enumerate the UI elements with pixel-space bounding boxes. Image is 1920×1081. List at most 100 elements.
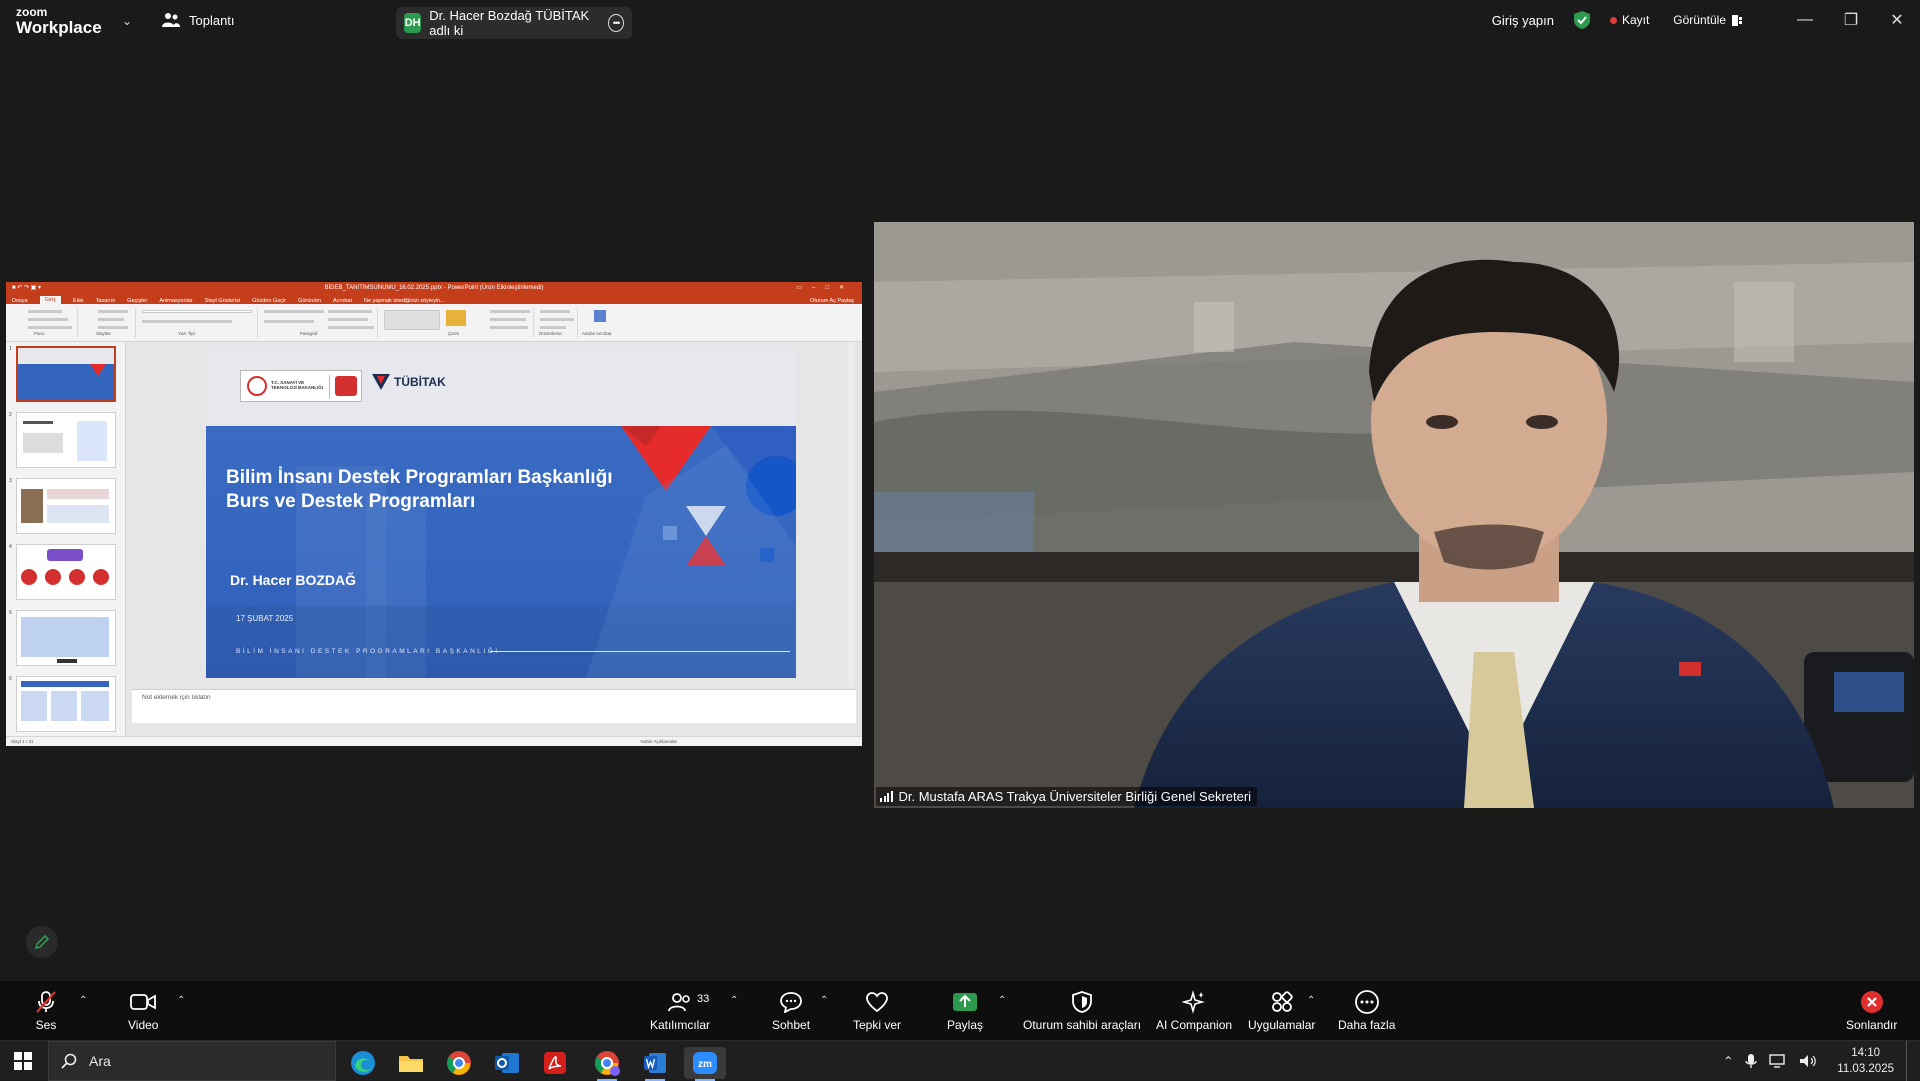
video-feed — [874, 222, 1914, 808]
ppt-workspace: 1 2 3 4 5 6 T.C. SANAYİ VE TEKNOLOJİ BAK… — [6, 342, 862, 736]
apps-button[interactable]: Uygulamalar — [1248, 989, 1315, 1032]
participant-video-tile[interactable]: Dr. Mustafa ARAS Trakya Üniversiteler Bi… — [874, 222, 1914, 808]
ppt-window-controls[interactable]: ▭–□✕ — [796, 284, 854, 291]
brand-line-2: Workplace — [16, 18, 102, 37]
ppt-ribbon: Pano Slaytlar Yazı Tipi Paragraf Çizim D… — [6, 304, 862, 342]
taskbar-search[interactable]: Ara — [48, 1041, 336, 1081]
video-options-caret-icon[interactable]: ⌃ — [177, 995, 185, 1006]
annotate-button[interactable] — [26, 926, 58, 958]
chat-icon — [780, 992, 802, 1013]
view-menu-button[interactable]: Görüntüle — [1673, 13, 1742, 27]
chrome-profile-icon[interactable] — [586, 1047, 628, 1081]
people-icon — [162, 13, 180, 27]
restore-icon[interactable]: ❐ — [1828, 0, 1874, 40]
quick-access-toolbar[interactable]: ■ ↶ ↷ ▣ ▾ — [12, 284, 41, 291]
show-desktop-button[interactable] — [1906, 1041, 1910, 1081]
search-icon — [61, 1053, 77, 1069]
chat-options-caret-icon[interactable]: ⌃ — [820, 995, 828, 1006]
share-options-caret-icon[interactable]: ⌃ — [998, 995, 1006, 1006]
zoom-icon[interactable]: zm — [684, 1047, 726, 1081]
active-speaker-pill[interactable]: DH Dr. Hacer Bozdağ TÜBİTAK adlı ki ••• — [396, 7, 632, 39]
slide-thumbnail[interactable] — [16, 478, 116, 534]
speaker-avatar: DH — [404, 13, 422, 33]
ribbon-label-font: Yazı Tipi — [178, 331, 195, 336]
slide-scrollbar[interactable] — [848, 342, 854, 687]
ribbon-group-editing[interactable]: Düzenleme — [536, 308, 578, 338]
sign-in-link[interactable]: Giriş yapın — [1492, 13, 1554, 28]
tray-overflow-icon[interactable]: ⌃ — [1723, 1054, 1733, 1068]
ppt-title-bar: ■ ↶ ↷ ▣ ▾ BİDEB_TANITIMSUNUMU_16.02.2025… — [6, 282, 862, 294]
slide-thumbnail[interactable] — [16, 544, 116, 600]
more-options-icon[interactable]: ••• — [608, 14, 624, 32]
participants-icon — [668, 993, 690, 1012]
slide-thumbnail[interactable] — [16, 412, 116, 468]
grid-view-icon — [1732, 14, 1742, 26]
muted-mic-icon — [36, 991, 56, 1013]
view-label: Görüntüle — [1673, 13, 1726, 27]
presentation-date: 17 ŞUBAT 2025 — [236, 614, 294, 623]
ribbon-group-drawing[interactable]: Çizim — [380, 308, 534, 338]
end-meeting-button[interactable]: Sonlandır — [1846, 989, 1897, 1032]
more-button[interactable]: Daha fazla — [1338, 989, 1395, 1032]
pencil-icon — [34, 934, 50, 950]
recording-indicator[interactable]: Kayıt — [1609, 13, 1650, 27]
audio-button[interactable]: Ses — [34, 989, 58, 1032]
ai-companion-button[interactable]: AI Companion — [1156, 989, 1232, 1032]
ai-sparkle-icon — [1182, 990, 1205, 1014]
minimize-icon[interactable]: — — [1782, 0, 1828, 40]
slide-thumbnail[interactable] — [16, 610, 116, 666]
ribbon-group-clipboard[interactable]: Pano — [8, 308, 78, 338]
current-slide[interactable]: T.C. SANAYİ VE TEKNOLOJİ BAKANLIĞI TÜBİT… — [206, 346, 796, 678]
participants-options-caret-icon[interactable]: ⌃ — [730, 995, 738, 1006]
chat-button[interactable]: Sohbet — [772, 989, 810, 1032]
outlook-icon[interactable] — [486, 1047, 528, 1079]
meeting-menu-button[interactable]: Toplantı — [162, 12, 235, 28]
host-tools-button[interactable]: Oturum sahibi araçları — [1023, 989, 1141, 1032]
ribbon-label-drawing: Çizim — [448, 331, 460, 336]
participants-label: Katılımcılar — [650, 1018, 711, 1032]
slide-editor[interactable]: T.C. SANAYİ VE TEKNOLOJİ BAKANLIĞI TÜBİT… — [132, 342, 856, 687]
audio-options-caret-icon[interactable]: ⌃ — [79, 995, 87, 1006]
participant-name: Dr. Mustafa ARAS Trakya Üniversiteler Bi… — [898, 789, 1252, 804]
ppt-tab-home[interactable]: Giriş — [39, 296, 61, 304]
microphone-icon[interactable] — [1745, 1053, 1757, 1069]
host-tools-label: Oturum sahibi araçları — [1023, 1018, 1142, 1032]
ribbon-group-slides[interactable]: Slaytlar — [80, 308, 136, 338]
clock-date: 11.03.2025 — [1837, 1063, 1894, 1075]
thumb-number: 1 — [9, 346, 12, 352]
heart-icon — [866, 992, 888, 1013]
chrome-icon[interactable] — [438, 1047, 480, 1079]
record-dot-icon — [1609, 16, 1617, 24]
close-icon[interactable]: ✕ — [1874, 0, 1920, 40]
encryption-shield-icon[interactable] — [1573, 11, 1590, 29]
notes-pane[interactable]: Not eklemek için tıklatın — [132, 689, 856, 723]
slide-thumbnail[interactable] — [16, 346, 116, 402]
slide-counter: Slayt 1 / 31 — [11, 739, 34, 744]
record-label: Kayıt — [1621, 13, 1650, 27]
video-button[interactable]: Video — [128, 989, 158, 1032]
edge-icon[interactable] — [342, 1047, 384, 1079]
windows-start-icon[interactable] — [14, 1052, 32, 1070]
apps-icon — [1271, 991, 1293, 1012]
word-icon[interactable] — [634, 1047, 676, 1081]
ribbon-label-paragraph: Paragraf — [300, 331, 318, 336]
react-button[interactable]: Tepki ver — [853, 989, 901, 1032]
network-icon[interactable] — [1769, 1054, 1787, 1068]
volume-icon[interactable] — [1799, 1054, 1817, 1068]
signal-strength-icon — [880, 791, 893, 802]
slide-thumbnail[interactable] — [16, 676, 116, 732]
file-explorer-icon[interactable] — [390, 1047, 432, 1079]
ribbon-group-paragraph[interactable]: Paragraf — [260, 308, 378, 338]
status-notes-comments[interactable]: Notlar Açıklamalar — [640, 739, 677, 744]
ribbon-label-slides: Slaytlar — [96, 331, 112, 336]
participants-count: 33 — [697, 993, 710, 1005]
ribbon-group-font[interactable]: Yazı Tipi — [138, 308, 258, 338]
taskbar-clock[interactable]: 14:10 11.03.2025 — [1837, 1045, 1894, 1077]
chevron-down-icon[interactable]: ⌄ — [122, 14, 132, 28]
ppt-window-title: BİDEB_TANITIMSUNUMU_16.02.2025.pptx - Po… — [324, 285, 544, 291]
acrobat-icon[interactable] — [534, 1047, 576, 1079]
ribbon-group-acrobat[interactable]: Adobe Acrobat — [580, 308, 620, 338]
ribbon-label-acrobat: Adobe Acrobat — [582, 331, 612, 336]
share-button[interactable]: Paylaş — [947, 989, 983, 1032]
apps-options-caret-icon[interactable]: ⌃ — [1307, 995, 1315, 1006]
